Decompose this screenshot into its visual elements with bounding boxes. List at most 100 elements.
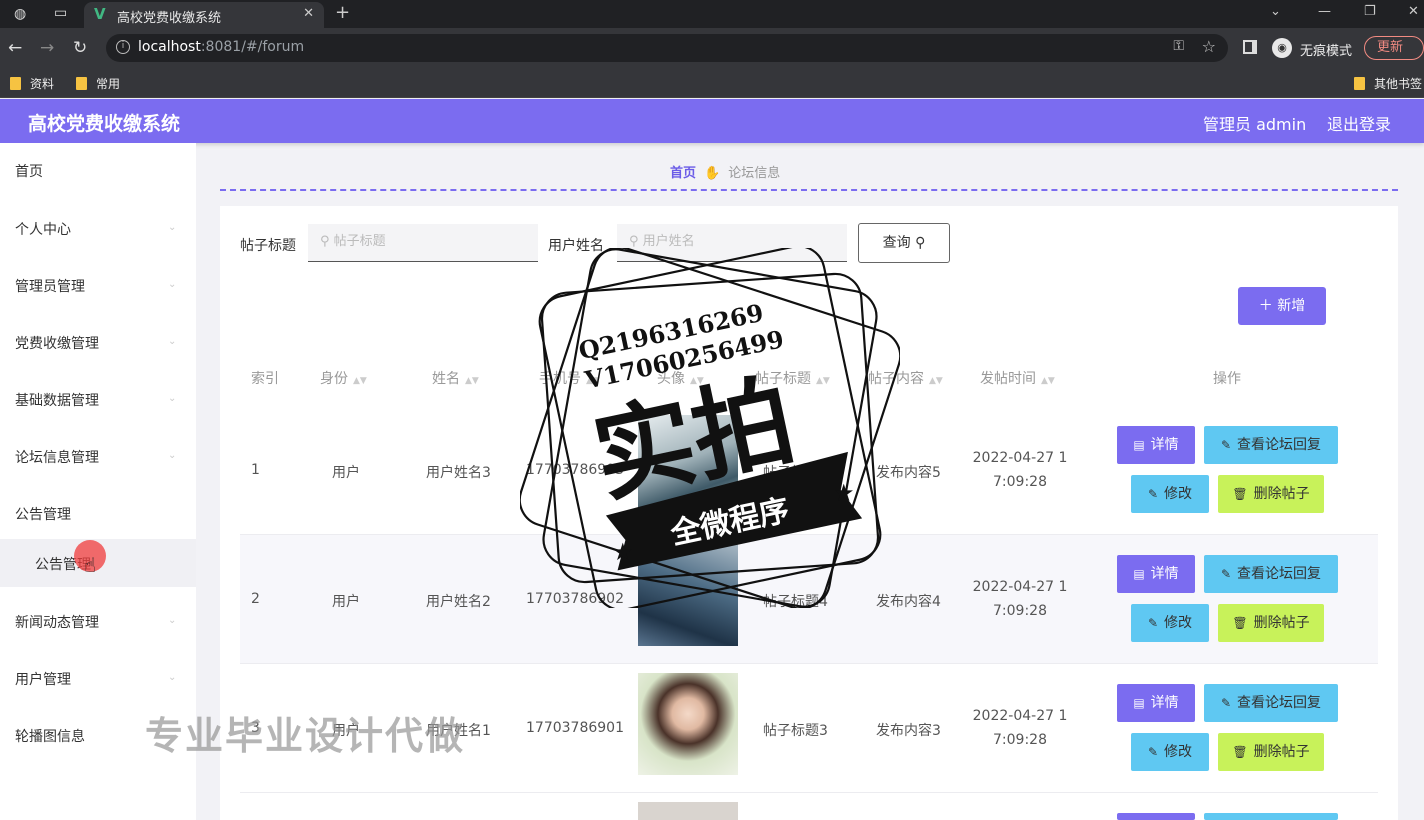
logout-link[interactable]: 退出登录	[1327, 111, 1391, 135]
tab-search-icon[interactable]: ⌄	[1270, 4, 1281, 19]
edit-button[interactable]: ✎ 修改	[1131, 733, 1209, 771]
document-icon: ▤	[1133, 438, 1145, 452]
sidebar-item-profile[interactable]: 个人中心	[15, 219, 71, 239]
search-icon: ⚲	[629, 234, 643, 249]
bookmarks-bar: 资料 常用 其他书签	[0, 68, 1424, 98]
sidebar-item-fees[interactable]: 党费收缴管理	[15, 333, 99, 353]
sort-icon: ▲▼	[586, 376, 600, 386]
detail-button[interactable]: ▤ 详情	[1117, 555, 1195, 593]
minimize-icon[interactable]: —	[1318, 4, 1331, 19]
sidebar-item-forum[interactable]: 论坛信息管理	[15, 447, 99, 467]
trash-icon: 🗑	[1232, 616, 1248, 630]
view-reply-button[interactable]: ✎ 查看论坛回复	[1204, 684, 1338, 722]
bookmark-star-icon[interactable]: ☆	[1202, 37, 1216, 56]
view-reply-button[interactable]	[1204, 813, 1338, 820]
sidebar-item-news[interactable]: 新闻动态管理	[15, 612, 99, 632]
incognito-icon[interactable]: ◉	[1272, 38, 1292, 58]
forward-icon[interactable]: →	[40, 38, 54, 58]
cell-content: 发布内容5	[876, 465, 941, 481]
trash-icon: 🗑	[1232, 487, 1248, 501]
user-name-input[interactable]: ⚲ 用户姓名	[617, 224, 847, 262]
delete-button[interactable]: 🗑 删除帖子	[1218, 475, 1324, 513]
col-header-name[interactable]: 姓名 ▲▼	[432, 368, 479, 388]
tab-title: 高校党费收缴系统	[117, 11, 222, 26]
detail-button[interactable]: ▤ 详情	[1117, 684, 1195, 722]
trash-icon: 🗑	[1232, 745, 1248, 759]
info-icon[interactable]: i	[116, 40, 130, 54]
breadcrumb-separator-icon: ✋	[704, 166, 721, 181]
browser-tab[interactable]: V 高校党费收缴系统 ✕	[84, 2, 324, 28]
restore-icon[interactable]: ❐	[1364, 4, 1376, 19]
breadcrumb-current: 论坛信息	[728, 166, 781, 181]
edit-icon: ✎	[1220, 567, 1232, 581]
chevron-down-icon: ⌄	[168, 450, 177, 461]
view-reply-button[interactable]: ✎ 查看论坛回复	[1204, 426, 1338, 464]
app-title: 高校党费收缴系统	[28, 113, 181, 135]
user-name-placeholder: 用户姓名	[642, 234, 695, 249]
query-button[interactable]: 查询 ⚲	[858, 223, 950, 263]
detail-button[interactable]	[1117, 813, 1195, 820]
chevron-down-icon: ⌄	[168, 222, 177, 233]
back-icon[interactable]: ←	[8, 38, 22, 58]
delete-button[interactable]: 🗑 删除帖子	[1218, 733, 1324, 771]
col-header-content[interactable]: 帖子内容 ▲▼	[868, 368, 943, 388]
view-reply-button[interactable]: ✎ 查看论坛回复	[1204, 555, 1338, 593]
chevron-down-icon: ⌄	[168, 393, 177, 404]
avatar-image	[638, 544, 738, 646]
edit-button[interactable]: ✎ 修改	[1131, 604, 1209, 642]
sidebar-item-admin[interactable]: 管理员管理	[15, 276, 85, 296]
tab-overview-icon[interactable]: ▭	[54, 5, 67, 21]
folder-icon	[1354, 77, 1365, 90]
edit-icon: ✎	[1147, 616, 1159, 630]
post-title-input[interactable]: ⚲ 帖子标题	[308, 224, 538, 262]
cell-name: 用户姓名2	[426, 594, 491, 610]
close-window-icon[interactable]: ✕	[1408, 4, 1419, 19]
sidebar-item-carousel[interactable]: 轮播图信息	[15, 726, 85, 746]
bookmark-folder-2[interactable]: 常用	[76, 75, 120, 92]
cell-index: 2	[251, 591, 260, 607]
other-bookmarks[interactable]: 其他书签	[1354, 75, 1422, 92]
col-header-title[interactable]: 帖子标题 ▲▼	[755, 368, 830, 388]
reload-icon[interactable]: ↻	[73, 38, 87, 58]
chevron-down-icon: ⌄	[168, 279, 177, 290]
detail-button[interactable]: ▤ 详情	[1117, 426, 1195, 464]
col-header-phone[interactable]: 手机号 ▲▼	[539, 368, 600, 388]
new-tab-icon[interactable]: +	[335, 2, 350, 23]
col-header-index: 索引	[251, 371, 279, 387]
sort-icon: ▲▼	[929, 376, 943, 386]
col-header-avatar[interactable]: 头像 ▲▼	[657, 368, 704, 388]
search-icon: ⚲	[915, 235, 926, 251]
sidebar-item-home[interactable]: 首页	[15, 161, 43, 181]
current-user: 管理员 admin	[1203, 115, 1307, 134]
cell-index: 1	[251, 462, 260, 478]
cell-time: 2022-04-27 1 7:09:28	[972, 579, 1068, 619]
side-panel-icon[interactable]	[1243, 40, 1257, 54]
breadcrumb-home[interactable]: 首页	[670, 166, 696, 181]
globe-icon[interactable]: ◍	[14, 6, 26, 22]
edit-icon: ✎	[1220, 696, 1232, 710]
sidebar-item-users[interactable]: 用户管理	[15, 669, 71, 689]
avatar-image	[638, 802, 738, 820]
post-title-placeholder: 帖子标题	[333, 234, 386, 249]
address-bar[interactable]: i localhost:8081/#/forum ⚿ ☆	[106, 34, 1228, 62]
breadcrumb: 首页 ✋ 论坛信息	[670, 162, 780, 181]
cell-phone: 17703786903	[526, 462, 624, 478]
document-icon: ▤	[1133, 696, 1145, 710]
key-icon[interactable]: ⚿	[1173, 38, 1184, 54]
col-header-time[interactable]: 发帖时间 ▲▼	[980, 368, 1055, 388]
folder-icon	[76, 77, 87, 90]
plus-icon: ＋	[1258, 298, 1273, 314]
sidebar-item-basedata[interactable]: 基础数据管理	[15, 390, 99, 410]
delete-button[interactable]: 🗑 删除帖子	[1218, 604, 1324, 642]
cell-title: 帖子标题5	[763, 465, 828, 481]
add-button[interactable]: ＋ 新增	[1238, 287, 1326, 325]
folder-icon	[10, 77, 21, 90]
close-tab-icon[interactable]: ✕	[303, 6, 314, 21]
bookmark-folder-1[interactable]: 资料	[10, 75, 54, 92]
update-button[interactable]: 更新	[1364, 36, 1424, 60]
watermark-bottom-text: 专业毕业设计代做	[145, 714, 466, 758]
col-header-role[interactable]: 身份 ▲▼	[320, 368, 367, 388]
cell-title: 帖子标题3	[763, 723, 828, 739]
sidebar-item-notice[interactable]: 公告管理	[15, 504, 71, 524]
edit-button[interactable]: ✎ 修改	[1131, 475, 1209, 513]
